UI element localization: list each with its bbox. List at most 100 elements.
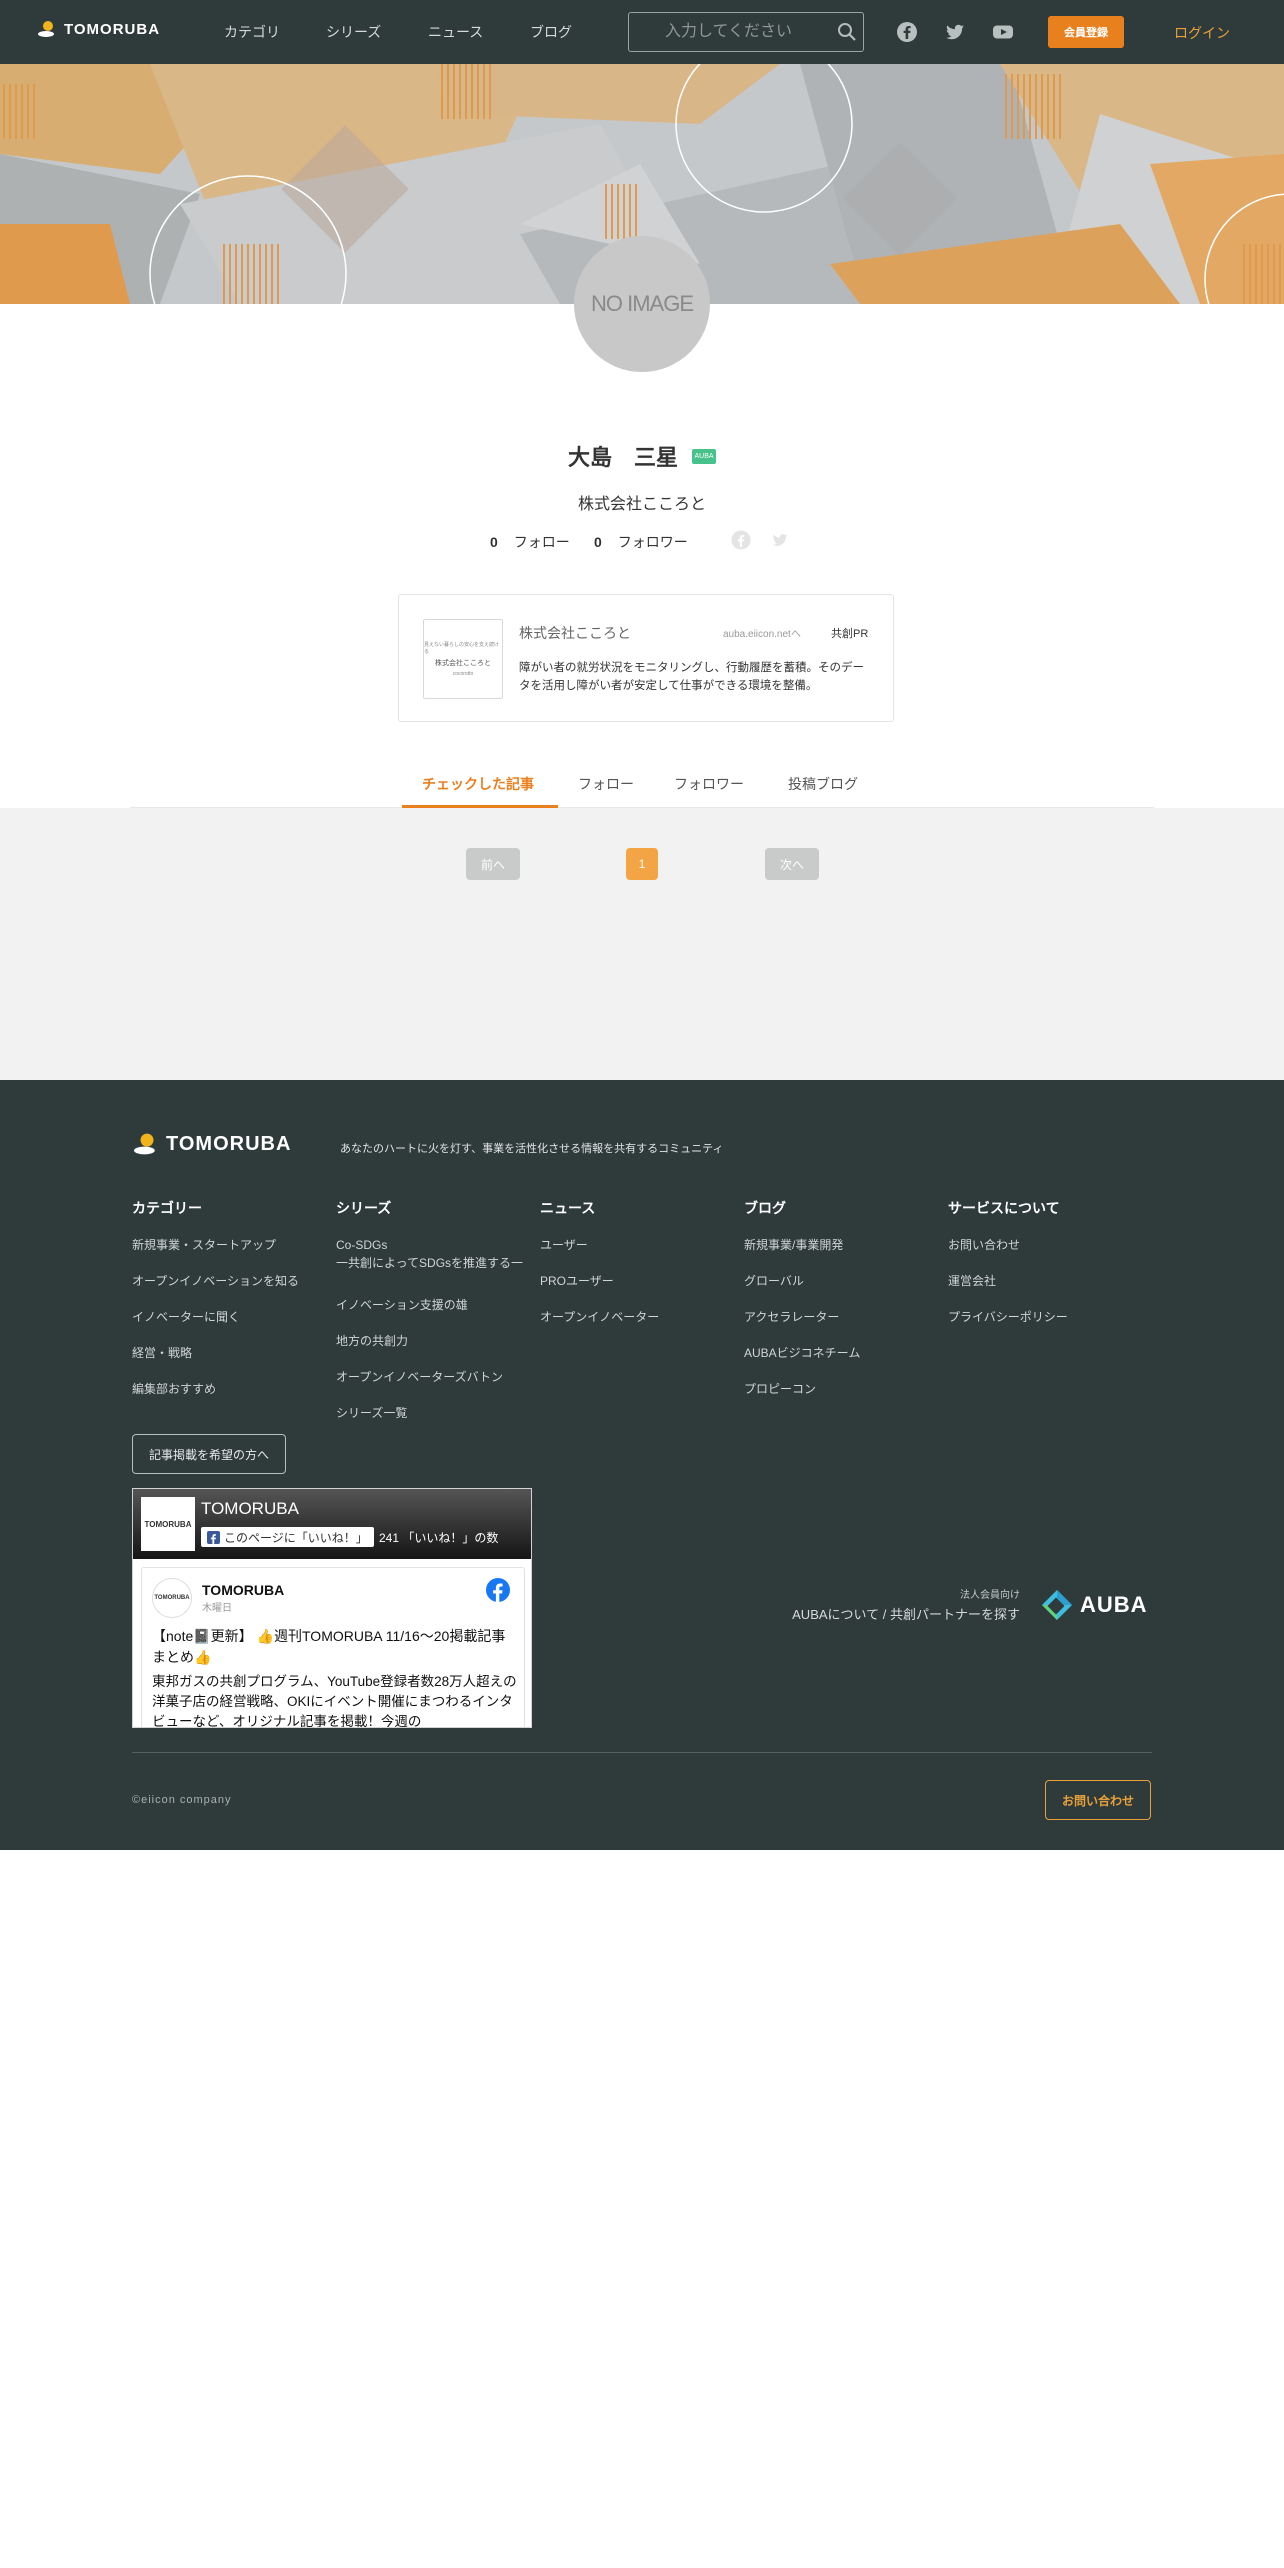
auba-links[interactable]: AUBAについて / 共創パートナーを探す — [792, 1604, 1020, 1623]
auba-corporate-label: 法人会員向け — [960, 1590, 1020, 1601]
follower-count: 0 — [594, 534, 602, 550]
nav-series[interactable]: シリーズ — [326, 22, 381, 42]
contact-button[interactable]: お問い合わせ — [1045, 1780, 1151, 1820]
auba-badge: AUBA — [692, 448, 716, 464]
facebook-post-body: 東邦ガスの共創プログラム、YouTube登録者数28万人超えの洋菓子店の経営戦略… — [152, 1674, 517, 1728]
facebook-post-avatar[interactable]: TOMORUBA — [152, 1578, 192, 1618]
footer-link-accelerator[interactable]: アクセラレーター — [744, 1308, 839, 1325]
follow-count: 0 — [490, 534, 498, 550]
footer-link-auba-team[interactable]: AUBAビジコネチーム — [744, 1344, 860, 1361]
article-request-button[interactable]: 記事掲載を希望の方へ — [132, 1434, 286, 1474]
facebook-page-name[interactable]: TOMORUBA — [201, 1499, 299, 1519]
facebook-page-thumbnail-text: TOMORUBA — [144, 1519, 192, 1529]
next-page-button[interactable]: 次へ — [765, 848, 819, 880]
facebook-post[interactable]: TOMORUBA TOMORUBA 木曜日 【note📓更新】 👍週刊TOMOR… — [141, 1567, 525, 1728]
tab-followers[interactable]: フォロワー — [674, 774, 744, 794]
footer-link-pro-pitch[interactable]: プロピーコン — [744, 1380, 816, 1397]
card-description: 障がい者の就労状況をモニタリングし、行動履歴を蓄積。そのデータを活用し障がい者が… — [519, 662, 864, 692]
follower-label: フォロワー — [617, 534, 688, 550]
profile-twitter-icon[interactable] — [770, 531, 790, 549]
follow-stat[interactable]: 0 フォロー — [490, 532, 570, 552]
profile-company: 株式会社こころと — [577, 496, 706, 513]
footer-link-innovation-support[interactable]: イノベーション支援の雄 — [336, 1296, 468, 1313]
footer-link-privacy[interactable]: プライバシーポリシー — [948, 1308, 1068, 1325]
footer-link-open-innovation[interactable]: オープンイノベーションを知る — [132, 1272, 299, 1289]
card-tag: 共創PR — [831, 628, 869, 640]
facebook-post-author[interactable]: TOMORUBA — [202, 1582, 284, 1598]
site-footer: TOMORUBA あなたのハートに火を灯す、事業を活性化させる情報を共有するコミ… — [0, 1080, 1284, 1850]
tab-content-area: 前へ 1 次へ — [0, 808, 1284, 1080]
footer-link-innovators-baton[interactable]: オープンイノベーターズバトン — [336, 1368, 503, 1385]
tomoruba-logo-icon — [38, 21, 54, 37]
facebook-post-avatar-text: TOMORUBA — [154, 1595, 190, 1601]
facebook-brand-icon[interactable] — [486, 1578, 510, 1602]
follower-stat[interactable]: 0 フォロワー — [594, 532, 688, 552]
footer-link-innovator[interactable]: イノベーターに聞く — [132, 1308, 240, 1325]
footer-heading-service: サービスについて — [948, 1200, 1060, 1216]
signup-button[interactable]: 会員登録 — [1048, 16, 1124, 48]
footer-link-regional[interactable]: 地方の共創力 — [336, 1332, 408, 1349]
facebook-page-widget[interactable]: TOMORUBA TOMORUBA このページに「いいね！」 241 「いいね！… — [132, 1488, 532, 1728]
facebook-like-label: このページに「いいね！」 — [224, 1530, 368, 1545]
footer-tagline: あなたのハートに火を灯す、事業を活性化させる情報を共有するコミュニティ — [340, 1143, 724, 1155]
footer-heading-blog: ブログ — [744, 1200, 786, 1216]
login-link[interactable]: ログイン — [1174, 23, 1230, 43]
footer-link-global[interactable]: グローバル — [744, 1272, 804, 1289]
twitter-icon[interactable] — [944, 21, 966, 43]
copyright: ©eiicon company — [132, 1794, 232, 1806]
footer-heading-news: ニュース — [540, 1200, 596, 1216]
facebook-like-count: 241 「いいね！」の数 — [379, 1531, 499, 1545]
nav-news[interactable]: ニュース — [428, 22, 483, 42]
footer-link-editors-pick[interactable]: 編集部おすすめ — [132, 1380, 216, 1397]
facebook-icon[interactable] — [896, 21, 918, 43]
facebook-small-icon — [207, 1530, 220, 1544]
facebook-page-thumbnail[interactable]: TOMORUBA — [141, 1497, 195, 1551]
search-input[interactable] — [665, 21, 825, 43]
footer-link-startup[interactable]: 新規事業・スタートアップ — [132, 1236, 276, 1253]
profile-tabs: チェックした記事 フォロー フォロワー 投稿ブログ — [130, 760, 1154, 808]
site-header: TOMORUBA カテゴリ シリーズ ニュース ブログ 会員登録 ログイン — [0, 0, 1284, 64]
auba-promo: 法人会員向け AUBAについて / 共創パートナーを探す AUBA — [740, 1586, 1152, 1626]
facebook-post-date: 木曜日 — [202, 1603, 232, 1614]
tab-checked-articles[interactable]: チェックした記事 — [422, 774, 534, 794]
nav-blog[interactable]: ブログ — [530, 22, 572, 42]
footer-link-co-sdgs[interactable]: Co-SDGs 一共創によってSDGsを推進する一 — [336, 1236, 532, 1272]
footer-link-users[interactable]: ユーザー — [540, 1236, 588, 1253]
footer-link-contact[interactable]: お問い合わせ — [948, 1236, 1020, 1253]
footer-heading-category: カテゴリー — [132, 1200, 202, 1216]
company-logo-line2: 株式会社こころと — [435, 660, 491, 667]
profile-name-text: 大島 三星 — [567, 445, 678, 470]
avatar-placeholder-text: NO IMAGE — [590, 291, 694, 316]
facebook-widget-cover: TOMORUBA TOMORUBA このページに「いいね！」 241 「いいね！… — [133, 1489, 531, 1559]
footer-logo-text: TOMORUBA — [166, 1132, 292, 1155]
footer-link-series-list[interactable]: シリーズ一覧 — [336, 1404, 407, 1421]
company-logo: 見えない暮らしの安心を支え続ける 株式会社こころと cocorotto — [423, 619, 503, 699]
footer-divider — [132, 1752, 1152, 1753]
footer-link-pro-users[interactable]: PROユーザー — [540, 1272, 614, 1289]
footer-link-management[interactable]: 経営・戦略 — [132, 1344, 192, 1361]
footer-link-open-innovators[interactable]: オープンイノベーター — [540, 1308, 659, 1325]
auba-link[interactable]: auba.eiicon.netへ — [723, 625, 801, 640]
company-card[interactable]: 見えない暮らしの安心を支え続ける 株式会社こころと cocorotto 株式会社… — [398, 594, 894, 722]
facebook-like-button[interactable]: このページに「いいね！」 — [201, 1527, 374, 1547]
nav-category[interactable]: カテゴリ — [224, 22, 280, 42]
profile-name: 大島 三星 AUBA — [0, 440, 1284, 472]
footer-link-company[interactable]: 運営会社 — [948, 1272, 996, 1289]
header-logo[interactable]: TOMORUBA — [38, 20, 160, 38]
facebook-post-title: 【note📓更新】 👍週刊TOMORUBA 11/16～20掲載記事まとめ👍 — [152, 1628, 506, 1665]
profile-facebook-icon[interactable] — [731, 530, 751, 550]
footer-link-business-dev[interactable]: 新規事業/事業開発 — [744, 1236, 843, 1253]
search-box — [628, 12, 864, 52]
auba-logo-text[interactable]: AUBA — [1080, 1592, 1148, 1618]
tab-posted-blogs[interactable]: 投稿ブログ — [788, 774, 858, 794]
search-icon[interactable] — [837, 22, 857, 42]
prev-page-button[interactable]: 前へ — [466, 848, 520, 880]
current-page-button[interactable]: 1 — [626, 848, 658, 880]
footer-logo-icon — [134, 1133, 155, 1155]
footer-logo[interactable]: TOMORUBA — [134, 1132, 291, 1156]
auba-logo-icon[interactable] — [1040, 1588, 1074, 1622]
header-logo-text: TOMORUBA — [64, 20, 161, 38]
avatar: NO IMAGE — [574, 236, 710, 372]
tab-follow[interactable]: フォロー — [578, 774, 634, 794]
youtube-icon[interactable] — [992, 21, 1014, 43]
